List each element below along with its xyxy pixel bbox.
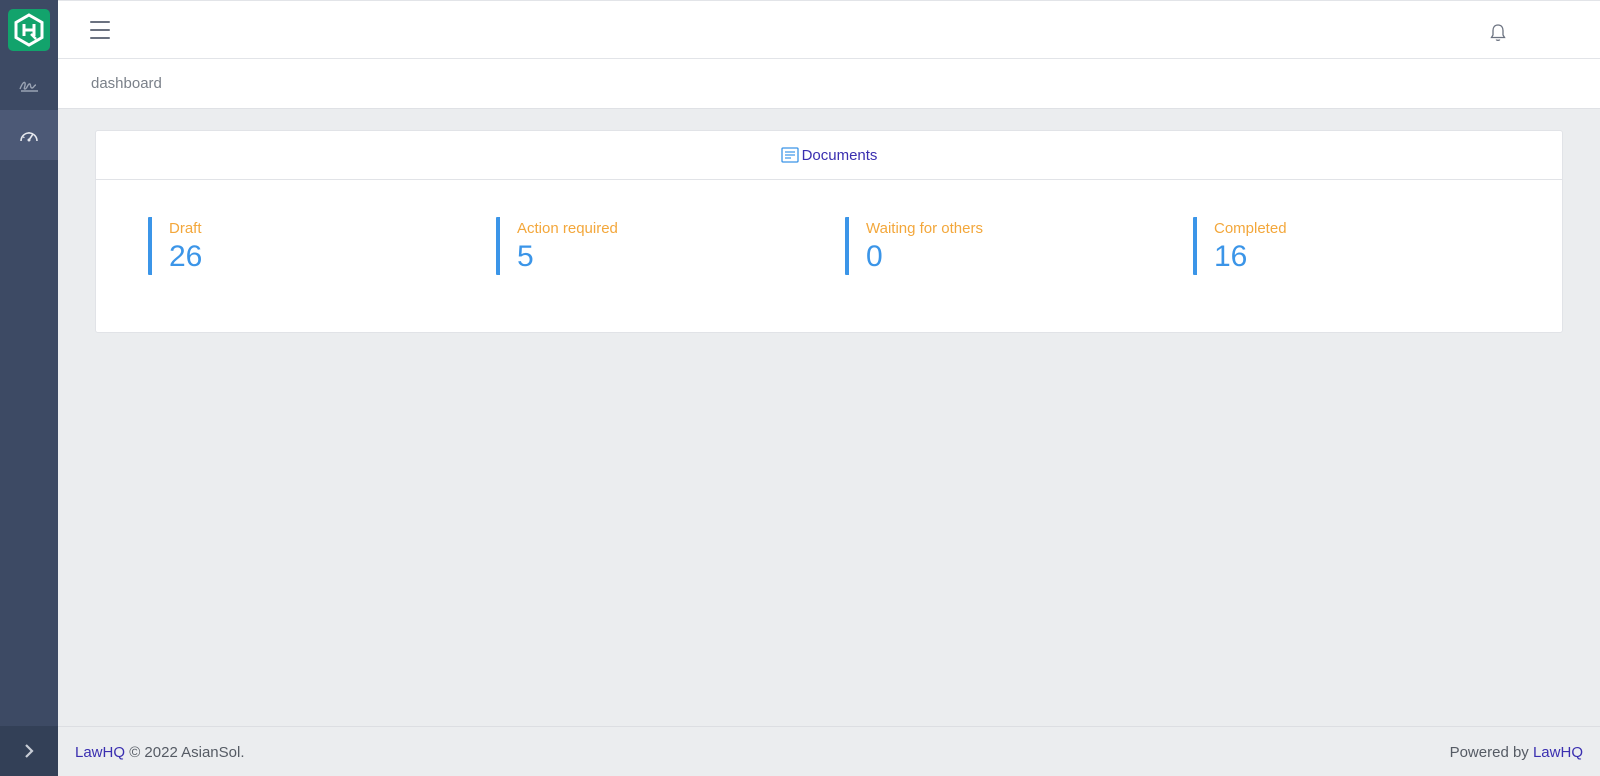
lawhq-logo[interactable] [8,9,50,51]
stat-action-required[interactable]: Action required 5 [496,217,796,275]
notification-button[interactable] [1489,23,1507,43]
footer-powered-link[interactable]: LawHQ [1533,744,1583,761]
stat-value: 0 [866,240,883,273]
powered-by-text: Powered by [1449,744,1529,761]
stat-waiting-for-others[interactable]: Waiting for others 0 [845,217,1145,275]
stat-label: Action required [517,220,618,237]
document-icon [780,147,799,163]
app: dashboard Documents Draft 26 Action requ… [0,0,1600,776]
stat-label: Draft [169,220,202,237]
documents-card: Documents Draft 26 Action required 5 Wai… [95,130,1563,333]
stat-label: Waiting for others [866,220,983,237]
footer-powered-by: Powered by LawHQ [1450,744,1583,761]
documents-stats: Draft 26 Action required 5 Waiting for o… [96,180,1562,332]
stat-value: 5 [517,240,534,273]
bell-icon [1490,24,1506,41]
footer: LawHQ © 2022 AsianSol. Powered by LawHQ [58,726,1600,776]
sidebar-item-dashboard[interactable] [0,110,58,160]
breadcrumb: dashboard [58,59,1600,109]
signature-icon [19,81,38,92]
stat-value: 16 [1214,240,1248,273]
sidebar-item-signature[interactable] [0,60,58,110]
brand[interactable] [0,0,58,60]
breadcrumb-item-dashboard: dashboard [91,75,162,92]
hexagon-logo-icon [14,13,44,47]
hamburger-icon[interactable] [90,21,110,39]
stat-label: Completed [1214,220,1287,237]
documents-title[interactable]: Documents [802,147,878,164]
copyright-text: © 2022 AsianSol. [129,744,245,761]
stat-value: 26 [169,240,203,273]
footer-brand-link[interactable]: LawHQ [75,744,125,761]
sidebar-toggle-button[interactable] [0,726,58,776]
footer-copyright: LawHQ © 2022 AsianSol. [75,744,245,761]
sidebar [0,0,58,776]
documents-card-header: Documents [96,131,1562,180]
chevron-right-icon [25,744,34,758]
top-header [58,0,1600,59]
stat-completed[interactable]: Completed 16 [1193,217,1493,275]
speedometer-icon [20,132,38,142]
stat-draft[interactable]: Draft 26 [148,217,448,275]
